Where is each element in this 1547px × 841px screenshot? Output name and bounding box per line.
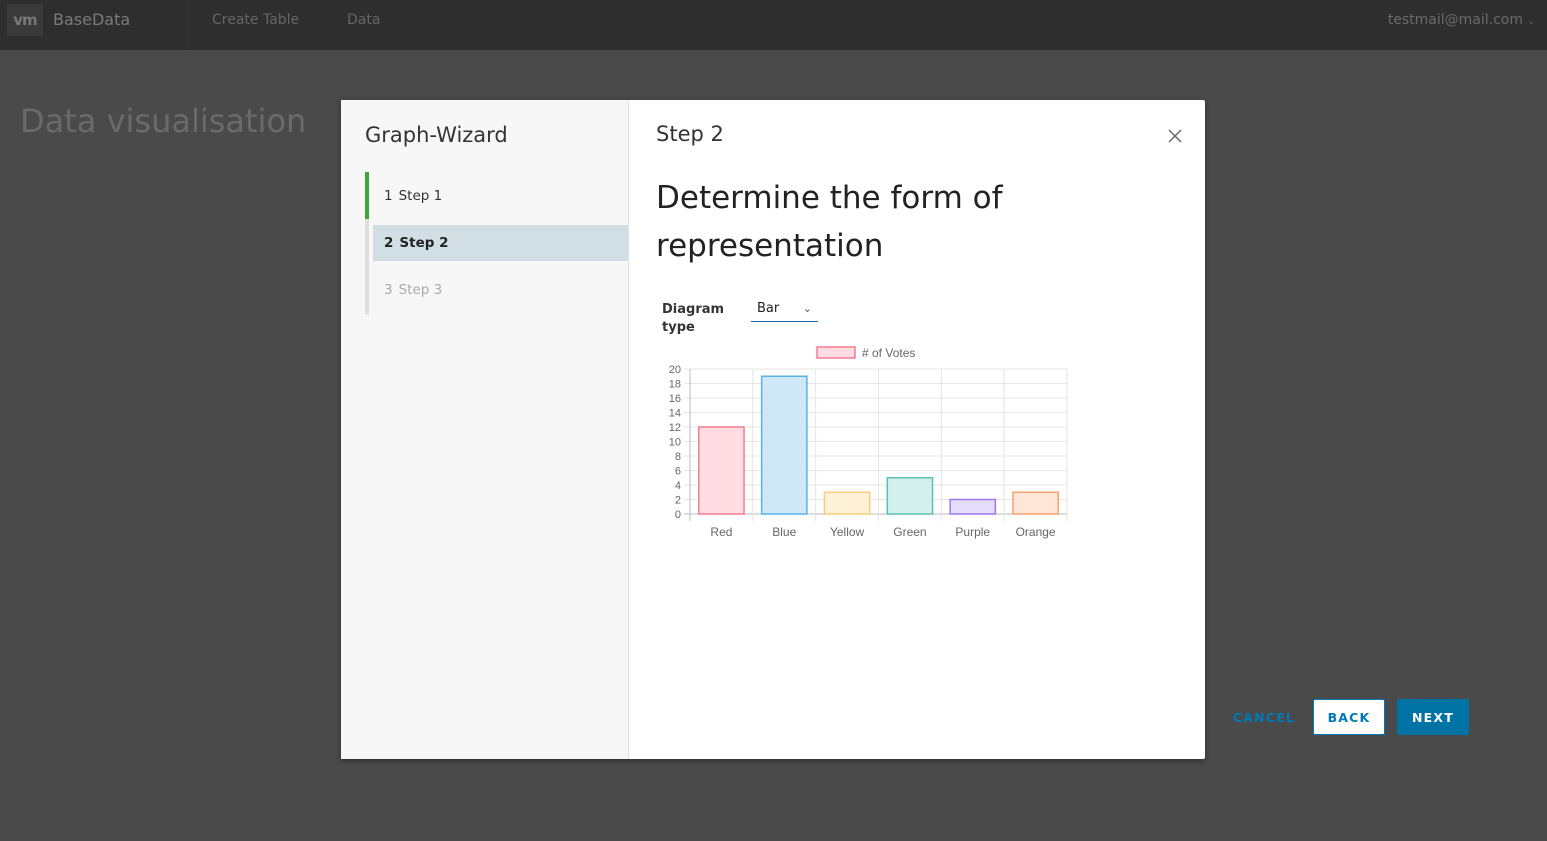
- step-number: 3: [384, 282, 393, 298]
- next-button[interactable]: NEXT: [1397, 699, 1469, 735]
- wizard-title: Graph-Wizard: [365, 123, 508, 147]
- page-title: Data visualisation: [20, 102, 307, 140]
- step-number: 2: [384, 235, 394, 251]
- x-tick-label: Green: [893, 525, 926, 539]
- y-tick-label: 8: [675, 451, 681, 463]
- wizard-content: Step 2 Determine the form of representat…: [629, 100, 1469, 759]
- bar-purple: [949, 498, 997, 515]
- chevron-down-icon: ⌄: [1527, 17, 1535, 27]
- y-tick-label: 0: [675, 509, 681, 521]
- diagram-type-value: Bar: [757, 301, 780, 316]
- nav-divider: [188, 0, 189, 50]
- x-tick-label: Blue: [772, 525, 796, 539]
- step-item-1[interactable]: 1 Step 1: [373, 178, 628, 214]
- step-label: Step 2: [399, 235, 449, 251]
- x-tick-label: Yellow: [830, 525, 865, 539]
- nav-create-table[interactable]: Create Table: [212, 12, 299, 28]
- step-item-2[interactable]: 2 Step 2: [373, 225, 628, 261]
- bar-chart: 0 2 4 6 8 10 12 14 16 18 20 Red Blue Yellow Green Purpl…: [669, 346, 1068, 539]
- diagram-type-select[interactable]: Bar ⌄: [751, 301, 818, 322]
- y-tick-label: 18: [669, 379, 681, 391]
- legend-label: # of Votes: [862, 346, 915, 360]
- y-tick-label: 20: [669, 364, 681, 376]
- y-tick-label: 16: [669, 393, 681, 405]
- y-tick-label: 12: [669, 422, 681, 434]
- x-tick-label: Orange: [1016, 525, 1056, 539]
- step-item-3[interactable]: 3 Step 3: [373, 272, 628, 308]
- top-navbar: vm BaseData Create Table Data testmail@m…: [0, 0, 1547, 50]
- x-tick-label: Red: [710, 525, 732, 539]
- y-tick-label: 14: [669, 408, 681, 420]
- back-button[interactable]: BACK: [1313, 699, 1385, 735]
- step-label: Step 3: [398, 282, 443, 298]
- chevron-down-icon: ⌄: [802, 302, 812, 315]
- close-icon[interactable]: [1167, 128, 1183, 144]
- bar-yellow: [823, 491, 871, 515]
- bar-green: [886, 477, 934, 515]
- step-label: Step 1: [398, 188, 443, 204]
- cancel-button[interactable]: CANCEL: [1227, 699, 1301, 735]
- step-heading: Step 2: [656, 122, 724, 146]
- app-name[interactable]: BaseData: [53, 10, 130, 29]
- y-tick-label: 6: [675, 466, 681, 478]
- nav-data[interactable]: Data: [347, 12, 380, 28]
- x-tick-label: Purple: [955, 525, 990, 539]
- bar-orange: [1012, 491, 1059, 515]
- user-email: testmail@mail.com: [1387, 12, 1523, 28]
- content-heading: Determine the form of representation: [656, 180, 1003, 264]
- graph-wizard-modal: Graph-Wizard 1 Step 1 2 Step 2 3 Step 3 …: [341, 100, 1469, 759]
- y-tick-label: 10: [669, 437, 681, 449]
- user-menu[interactable]: testmail@mail.com ⌄: [1388, 12, 1535, 28]
- bar-blue: [760, 375, 808, 515]
- legend-swatch: [816, 346, 856, 359]
- step-number: 1: [384, 188, 393, 204]
- vm-logo[interactable]: vm: [7, 4, 43, 36]
- y-tick-label: 4: [675, 480, 681, 492]
- diagram-type-label: Diagram type: [662, 302, 725, 335]
- step-progress-indicator: [365, 172, 369, 219]
- wizard-sidebar: Graph-Wizard 1 Step 1 2 Step 2 3 Step 3: [341, 100, 629, 759]
- y-tick-label: 2: [675, 495, 681, 507]
- bar-red: [698, 426, 745, 515]
